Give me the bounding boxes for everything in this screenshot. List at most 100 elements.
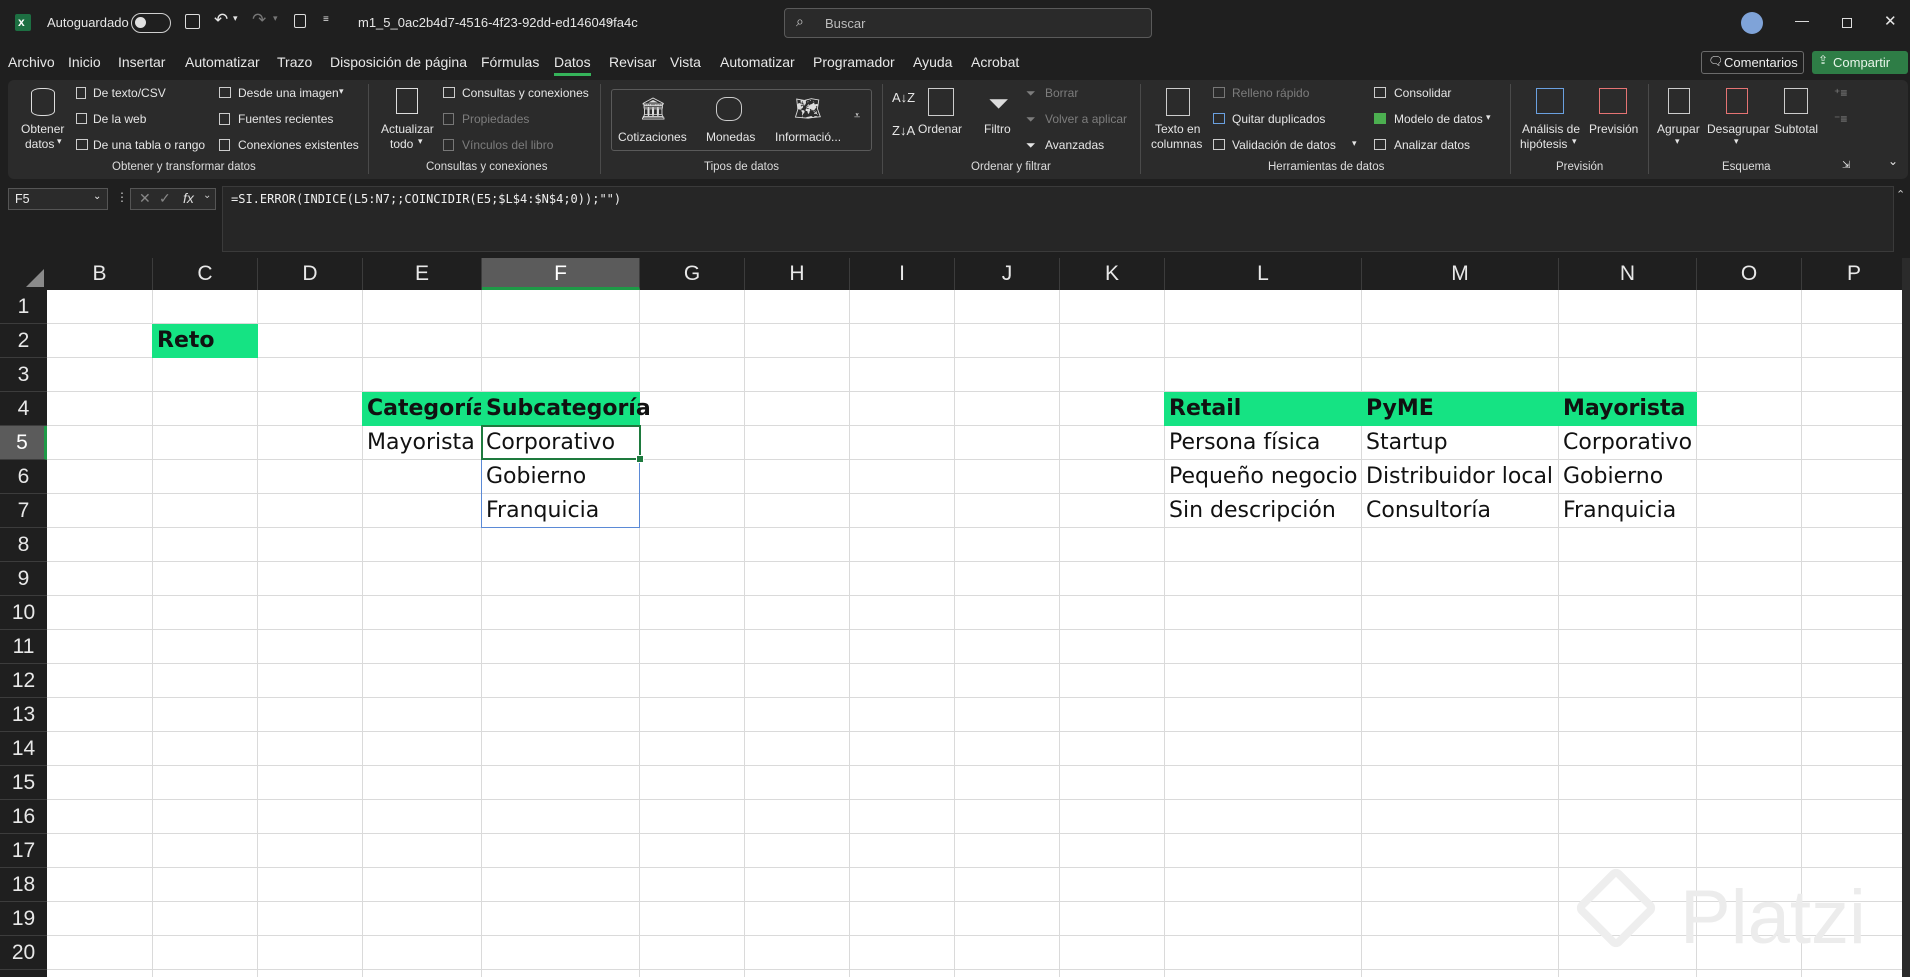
row-header-19[interactable]: 19: [0, 902, 47, 936]
menu-automatizar-2[interactable]: Automatizar: [720, 54, 795, 70]
row-header-15[interactable]: 15: [0, 766, 47, 800]
autosave-toggle[interactable]: [131, 13, 171, 33]
subtotal-button[interactable]: Subtotal: [1772, 86, 1822, 152]
sort-button[interactable]: Ordenar: [918, 86, 964, 146]
menu-vista[interactable]: Vista: [670, 54, 701, 70]
cell-n7[interactable]: Franquicia: [1558, 494, 1697, 528]
save-icon[interactable]: [185, 14, 200, 29]
comments-button[interactable]: 🗨 Comentarios: [1701, 51, 1804, 74]
cell-m7[interactable]: Consultoría: [1361, 494, 1559, 528]
cell-n6[interactable]: Gobierno: [1558, 460, 1697, 494]
name-box[interactable]: F5 ⌄: [8, 188, 108, 210]
column-header-o[interactable]: O: [1697, 258, 1802, 290]
row-header-1[interactable]: 1: [0, 290, 47, 324]
cell-c2[interactable]: Reto: [152, 324, 258, 358]
menu-trazo[interactable]: Trazo: [277, 54, 312, 70]
currencies-button[interactable]: Monedas: [698, 94, 762, 148]
column-header-l[interactable]: L: [1165, 258, 1362, 290]
text-to-columns-button[interactable]: Texto en columnas: [1148, 86, 1208, 152]
stocks-button[interactable]: 🏛 Cotizaciones: [617, 94, 689, 148]
row-header-3[interactable]: 3: [0, 358, 47, 392]
menu-programador[interactable]: Programador: [813, 54, 895, 70]
column-header-d[interactable]: D: [258, 258, 363, 290]
menu-revisar[interactable]: Revisar: [609, 54, 656, 70]
outline-settings-icon[interactable]: ⇲: [1842, 160, 1850, 171]
row-header-14[interactable]: 14: [0, 732, 47, 766]
select-all-corner[interactable]: [0, 258, 47, 290]
cancel-icon[interactable]: ✕: [139, 190, 151, 207]
menu-ayuda[interactable]: Ayuda: [913, 54, 952, 70]
cell-e4[interactable]: Categoría: [362, 392, 488, 426]
get-data-button[interactable]: Obtener datos ▾: [18, 86, 70, 156]
cell-m4[interactable]: PyME: [1361, 392, 1559, 426]
chevron-down-icon[interactable]: ▾: [1352, 138, 1357, 149]
cell-f4[interactable]: Subcategoría: [481, 392, 651, 426]
cell-e5[interactable]: Mayorista: [362, 426, 482, 460]
undo-dropdown-icon[interactable]: ▾: [233, 13, 238, 24]
row-header-12[interactable]: 12: [0, 664, 47, 698]
menu-inicio[interactable]: Inicio: [68, 54, 101, 70]
column-header-m[interactable]: M: [1362, 258, 1559, 290]
copy-format-icon[interactable]: [294, 14, 306, 28]
forecast-sheet-button[interactable]: Previsión: [1586, 86, 1640, 152]
column-header-h[interactable]: H: [745, 258, 850, 290]
row-header-20[interactable]: 20: [0, 936, 47, 970]
cell-f7[interactable]: Franquicia: [481, 494, 640, 528]
row-header-6[interactable]: 6: [0, 460, 47, 494]
row-header-2[interactable]: 2: [0, 324, 47, 358]
column-header-n[interactable]: N: [1559, 258, 1697, 290]
file-name[interactable]: m1_5_0ac2b4d7-4516-4f23-92dd-ed146049fa4…: [358, 15, 638, 30]
row-header-9[interactable]: 9: [0, 562, 47, 596]
cell-f6[interactable]: Gobierno: [481, 460, 640, 494]
search-box[interactable]: ⌕ Buscar: [784, 8, 1152, 38]
row-header-11[interactable]: 11: [0, 630, 47, 664]
column-header-j[interactable]: J: [955, 258, 1060, 290]
share-button[interactable]: ⇪ Compartir: [1812, 51, 1908, 74]
close-icon[interactable]: ✕: [1884, 12, 1897, 30]
menu-insertar[interactable]: Insertar: [118, 54, 165, 70]
group-rows-button[interactable]: Agrupar ▾: [1656, 86, 1702, 152]
menu-disposicion[interactable]: Disposición de página: [330, 54, 467, 70]
row-header-13[interactable]: 13: [0, 698, 47, 732]
row-header-4[interactable]: 4: [0, 392, 47, 426]
spreadsheet-grid[interactable]: B C D E F G H I J K L M N O P 1 2 3 4 5 …: [0, 258, 1910, 977]
column-header-b[interactable]: B: [47, 258, 153, 290]
restore-icon[interactable]: [1842, 18, 1852, 28]
menu-archivo[interactable]: Archivo: [8, 54, 55, 70]
row-header-7[interactable]: 7: [0, 494, 47, 528]
cell-m5[interactable]: Startup: [1361, 426, 1559, 460]
file-name-chevron-icon[interactable]: ⌄: [606, 13, 615, 26]
cell-n4[interactable]: Mayorista: [1558, 392, 1697, 426]
expand-formula-icon[interactable]: ⌃: [1896, 188, 1905, 201]
chevron-down-icon[interactable]: ⌄: [203, 190, 211, 201]
column-header-k[interactable]: K: [1060, 258, 1165, 290]
refresh-all-button[interactable]: Actualizar todo ▾: [378, 86, 436, 156]
formula-input[interactable]: =SI.ERROR(INDICE(L5:N7;;COINCIDIR(E5;$L$…: [222, 186, 1894, 252]
column-header-p[interactable]: P: [1802, 258, 1907, 290]
row-header-10[interactable]: 10: [0, 596, 47, 630]
row-header-17[interactable]: 17: [0, 834, 47, 868]
column-header-f[interactable]: F: [482, 258, 640, 290]
enter-icon[interactable]: ✓: [159, 190, 171, 207]
collapse-ribbon-icon[interactable]: ⌄: [1888, 154, 1898, 168]
customize-toolbar-icon[interactable]: ≡: [323, 14, 329, 25]
menu-datos[interactable]: Datos: [554, 54, 591, 76]
vertical-scrollbar[interactable]: [1902, 258, 1910, 977]
cell-l5[interactable]: Persona física: [1164, 426, 1362, 460]
menu-automatizar[interactable]: Automatizar: [185, 54, 260, 70]
undo-icon[interactable]: ↶: [214, 10, 228, 30]
cell-m6[interactable]: Distribuidor local: [1361, 460, 1559, 494]
row-header-18[interactable]: 18: [0, 868, 47, 902]
cell-n5[interactable]: Corporativo: [1558, 426, 1697, 460]
row-header-8[interactable]: 8: [0, 528, 47, 562]
cell-l6[interactable]: Pequeño negocio: [1164, 460, 1362, 494]
cell-l7[interactable]: Sin descripción: [1164, 494, 1362, 528]
geography-info-button[interactable]: 🗺 Informació...: [772, 94, 846, 148]
what-if-button[interactable]: Análisis de hipótesis ▾: [1518, 86, 1582, 152]
menu-formulas[interactable]: Fórmulas: [481, 54, 539, 70]
chevron-down-icon[interactable]: ⌄: [93, 191, 101, 202]
column-header-c[interactable]: C: [153, 258, 258, 290]
active-cell-border[interactable]: [481, 425, 641, 460]
more-options-icon[interactable]: ⋮: [116, 190, 128, 204]
column-header-e[interactable]: E: [363, 258, 482, 290]
